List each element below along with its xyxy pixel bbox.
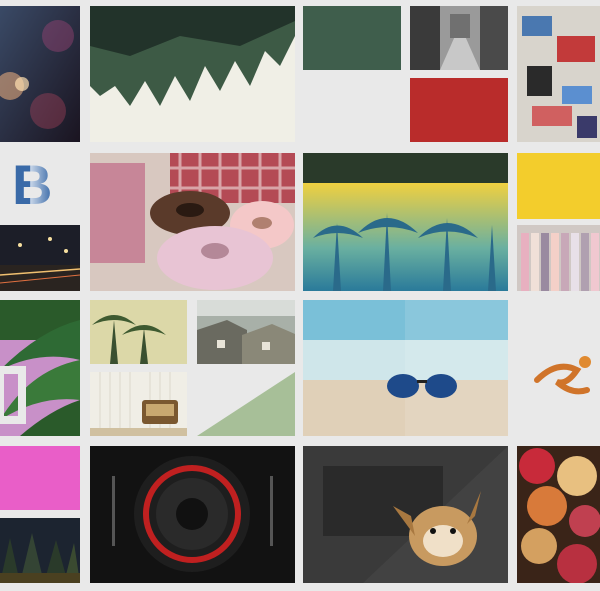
palm-trees-sky-photo[interactable] — [90, 300, 187, 364]
red-block[interactable] — [410, 78, 508, 142]
graffiti-wall-photo[interactable] — [517, 6, 600, 142]
dog-in-car-photo[interactable] — [303, 446, 508, 583]
clothes-rack-photo[interactable] — [517, 225, 600, 291]
rooftops-photo[interactable] — [197, 300, 295, 364]
logo-tile[interactable]: B — [0, 153, 80, 217]
logo-letter-b: B — [12, 153, 53, 216]
yellow-block[interactable] — [517, 153, 600, 219]
sunglasses-beach-photo[interactable] — [303, 300, 508, 436]
palm-leaves-photo[interactable] — [0, 300, 80, 436]
bokeh-lights-photo[interactable] — [0, 6, 80, 142]
pool-palms-photo[interactable] — [303, 153, 508, 291]
retro-radio-photo[interactable] — [90, 372, 187, 436]
dark-forest-photo[interactable] — [0, 518, 80, 583]
paint-splash-tile[interactable] — [517, 300, 600, 436]
sage-triangle-tile[interactable] — [197, 372, 295, 436]
speaker-photo[interactable] — [90, 446, 295, 583]
donuts-photo[interactable] — [90, 153, 295, 291]
street-scene-photo[interactable] — [410, 6, 508, 70]
flowers-photo[interactable] — [517, 446, 600, 583]
night-city-traffic-photo[interactable] — [0, 225, 80, 291]
dark-green-block[interactable] — [303, 6, 401, 70]
inverted-forest-photo[interactable] — [90, 6, 295, 142]
magenta-block[interactable] — [0, 446, 80, 510]
